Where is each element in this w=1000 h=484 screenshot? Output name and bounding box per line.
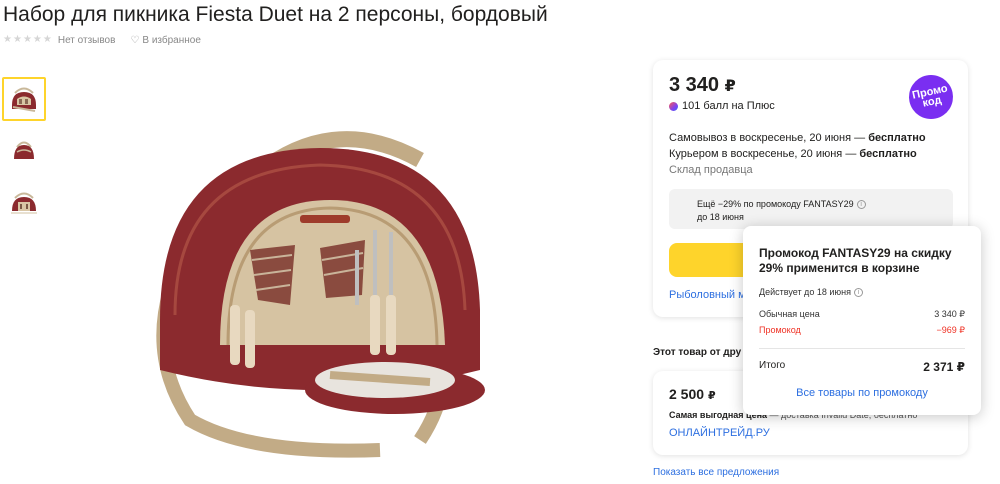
rating-stars[interactable]: ★ ★ ★ ★ ★ bbox=[3, 35, 52, 45]
pickup-text: Самовывоз в воскресенье, 20 июня — bbox=[669, 132, 869, 144]
product-main-image[interactable] bbox=[130, 120, 570, 460]
plus-points-text: 101 балл на Плюс bbox=[682, 100, 775, 112]
thumbnail-3[interactable] bbox=[2, 181, 46, 225]
heart-icon: ♡ bbox=[130, 34, 140, 46]
offer-price-currency: ₽ bbox=[707, 390, 716, 402]
popover-valid-until: Действует до 18 июня i bbox=[759, 287, 863, 297]
delivery-info: Самовывоз в воскресенье, 20 июня — беспл… bbox=[669, 130, 926, 178]
info-icon[interactable]: i bbox=[853, 287, 863, 297]
thumbnail-2[interactable] bbox=[2, 129, 46, 173]
all-promo-products-link[interactable]: Все товары по промокоду bbox=[743, 387, 981, 399]
offer-price: 2 500 ₽ bbox=[669, 386, 716, 402]
promo-hint-text: Ещё −29% по промокоду FANTASY29 i до 18 и… bbox=[697, 198, 866, 224]
regular-price-value: 3 340 ₽ bbox=[934, 309, 965, 319]
bag-thumbnail-image bbox=[12, 87, 36, 112]
popover-title: Промокод FANTASY29 на скидку 29% примени… bbox=[759, 246, 952, 275]
courier-free: бесплатно bbox=[859, 148, 917, 160]
divider bbox=[759, 348, 965, 349]
info-icon[interactable]: i bbox=[856, 200, 866, 210]
promo-hint-line2: до 18 июня bbox=[697, 212, 744, 222]
star-icon: ★ bbox=[32, 34, 42, 45]
star-icon: ★ bbox=[3, 34, 12, 45]
star-icon: ★ bbox=[12, 34, 22, 45]
total-label: Итого bbox=[759, 360, 786, 371]
star-icon: ★ bbox=[22, 34, 32, 45]
total-value: 2 371 ₽ bbox=[923, 360, 965, 374]
pickup-line: Самовывоз в воскресенье, 20 июня — беспл… bbox=[669, 130, 926, 146]
reviews-link[interactable]: Нет отзывов bbox=[58, 35, 116, 46]
price-currency: ₽ bbox=[724, 78, 736, 95]
offer-price-value: 2 500 bbox=[669, 386, 705, 402]
other-sellers-heading: Этот товар от дру bbox=[653, 347, 742, 358]
promo-hint-line1: Ещё −29% по промокоду FANTASY29 bbox=[697, 199, 854, 209]
offer-seller-link[interactable]: ОНЛАЙНТРЕЙД.РУ bbox=[669, 427, 770, 439]
picnic-bag-image bbox=[156, 131, 485, 458]
pickup-free: бесплатно bbox=[868, 132, 926, 144]
bag-thumbnail-image bbox=[11, 192, 37, 214]
promo-code-badge[interactable]: Промо код bbox=[904, 70, 958, 124]
total-row: Итого 2 371 ₽ bbox=[759, 360, 965, 374]
warehouse-text: Склад продавца bbox=[669, 164, 753, 176]
plus-icon bbox=[669, 101, 678, 111]
promo-discount-value: −969 ₽ bbox=[936, 325, 966, 335]
price: 3 340 ₽ bbox=[669, 74, 736, 97]
show-all-offers-link[interactable]: Показать все предложения bbox=[653, 467, 779, 478]
courier-text: Курьером в воскресенье, 20 июня — bbox=[669, 148, 860, 160]
thumbnail-strip bbox=[2, 77, 46, 233]
add-to-favorites-button[interactable]: ♡ В избранное bbox=[130, 35, 201, 46]
star-icon: ★ bbox=[42, 34, 52, 45]
promo-discount-label: Промокод bbox=[759, 325, 801, 335]
price-value: 3 340 bbox=[669, 74, 720, 96]
favorites-label: В избранное bbox=[142, 34, 201, 46]
rating-row: ★ ★ ★ ★ ★ Нет отзывов ♡ В избранное bbox=[3, 33, 201, 47]
promo-discount-row: Промокод −969 ₽ bbox=[759, 325, 965, 336]
seller-link[interactable]: Рыболовный м bbox=[669, 289, 746, 301]
promo-popover: Промокод FANTASY29 на скидку 29% примени… bbox=[743, 226, 981, 415]
thumbnail-1[interactable] bbox=[2, 77, 46, 121]
valid-until-text: Действует до 18 июня bbox=[759, 287, 851, 297]
product-title: Набор для пикника Fiesta Duet на 2 персо… bbox=[3, 3, 548, 26]
promo-hint-box[interactable]: Ещё −29% по промокоду FANTASY29 i до 18 и… bbox=[669, 189, 953, 229]
regular-price-row: Обычная цена 3 340 ₽ bbox=[759, 309, 965, 320]
bag-thumbnail-image bbox=[14, 141, 34, 159]
courier-line: Курьером в воскресенье, 20 июня — беспла… bbox=[669, 146, 926, 162]
regular-price-label: Обычная цена bbox=[759, 309, 820, 319]
plus-points: 101 балл на Плюс bbox=[669, 100, 775, 112]
